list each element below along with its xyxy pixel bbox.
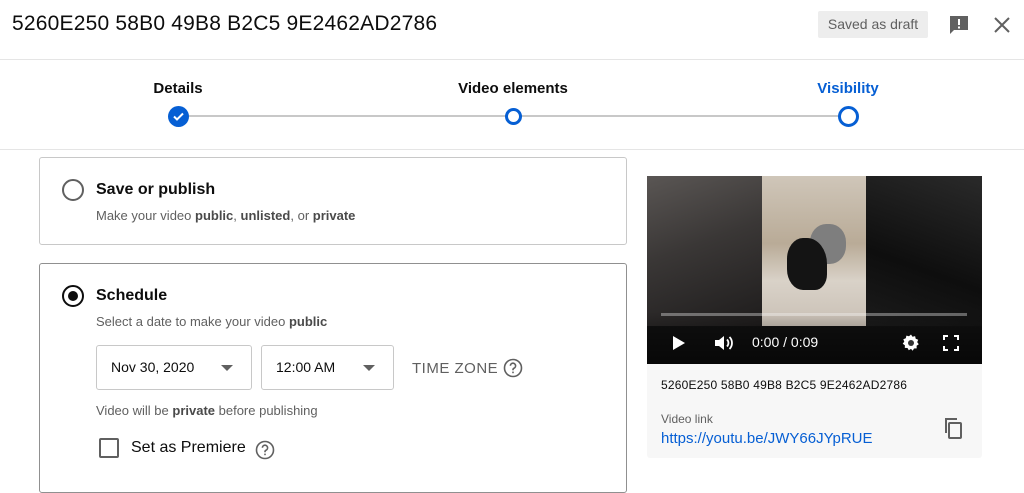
help-icon[interactable] bbox=[503, 358, 523, 378]
time-zone-label[interactable]: TIME ZONE bbox=[412, 360, 498, 377]
set-as-premiere-label[interactable]: Set as Premiere bbox=[131, 439, 246, 457]
volume-icon[interactable] bbox=[713, 333, 735, 358]
save-or-publish-card[interactable] bbox=[39, 157, 627, 245]
save-or-publish-radio[interactable] bbox=[62, 179, 84, 201]
time-value: 12:00 AM bbox=[276, 359, 336, 375]
video-preview-panel: 0:00 / 0:09 5260E250 58B0 49B8 B2C5 9E24… bbox=[647, 176, 982, 458]
dialog-header: 5260E250 58B0 49B8 B2C5 9E2462AD2786 Sav… bbox=[0, 0, 1024, 60]
fullscreen-icon[interactable] bbox=[942, 334, 960, 357]
stepper-line-2 bbox=[513, 115, 848, 117]
chevron-down-icon bbox=[363, 365, 375, 371]
set-as-premiere-checkbox[interactable] bbox=[99, 438, 119, 458]
step-details-check-icon[interactable] bbox=[168, 106, 189, 127]
step-visibility-dot[interactable] bbox=[838, 106, 859, 127]
preview-video-title: 5260E250 58B0 49B8 B2C5 9E2462AD2786 bbox=[661, 378, 908, 392]
schedule-title: Schedule bbox=[96, 287, 168, 304]
schedule-subtitle: Select a date to make your video public bbox=[96, 314, 328, 329]
video-progress-bar[interactable] bbox=[661, 313, 967, 316]
step-visibility-label[interactable]: Visibility bbox=[817, 80, 878, 97]
dialog-title: 5260E250 58B0 49B8 B2C5 9E2462AD2786 bbox=[12, 12, 438, 35]
video-link-label: Video link bbox=[661, 412, 713, 426]
private-before-publishing-note: Video will be private before publishing bbox=[96, 403, 318, 418]
time-dropdown[interactable]: 12:00 AM bbox=[261, 345, 394, 390]
upload-stepper: Details Video elements Visibility bbox=[0, 60, 1024, 150]
step-details-label[interactable]: Details bbox=[153, 80, 202, 97]
video-link[interactable]: https://youtu.be/JWY66JYpRUE bbox=[661, 430, 873, 447]
play-icon[interactable] bbox=[669, 334, 687, 357]
save-or-publish-subtitle: Make your video public, unlisted, or pri… bbox=[96, 208, 356, 223]
date-value: Nov 30, 2020 bbox=[111, 359, 195, 375]
save-or-publish-title: Save or publish bbox=[96, 181, 216, 198]
video-frame-thumbnail bbox=[647, 176, 762, 326]
video-player[interactable]: 0:00 / 0:09 bbox=[647, 176, 982, 364]
settings-icon[interactable] bbox=[901, 333, 921, 358]
step-video-elements-label[interactable]: Video elements bbox=[458, 80, 568, 97]
copy-icon[interactable] bbox=[942, 416, 966, 440]
schedule-radio[interactable] bbox=[62, 285, 84, 307]
close-icon[interactable] bbox=[990, 13, 1014, 37]
step-video-elements-dot[interactable] bbox=[505, 108, 522, 125]
help-icon[interactable] bbox=[255, 440, 275, 460]
chevron-down-icon bbox=[221, 365, 233, 371]
stepper-line-1 bbox=[178, 115, 513, 117]
feedback-icon[interactable] bbox=[947, 13, 971, 37]
video-frame-thumbnail bbox=[866, 176, 982, 326]
video-frame-thumbnail bbox=[787, 238, 827, 290]
saved-as-draft-badge: Saved as draft bbox=[818, 11, 928, 38]
video-time-display: 0:00 / 0:09 bbox=[752, 334, 819, 350]
date-dropdown[interactable]: Nov 30, 2020 bbox=[96, 345, 252, 390]
